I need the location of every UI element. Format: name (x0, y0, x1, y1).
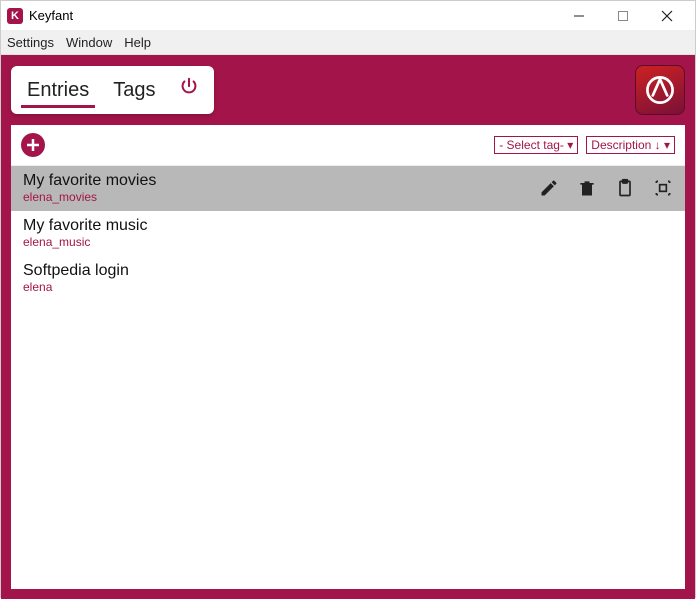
app-icon: K (7, 8, 23, 24)
entry-user: elena (23, 280, 129, 294)
sort-select[interactable]: Description ↓ ▾ (586, 136, 675, 154)
entry-user: elena_movies (23, 190, 156, 204)
window-title: Keyfant (29, 8, 73, 23)
add-entry-button[interactable] (21, 133, 45, 157)
tab-box: Entries Tags (11, 66, 214, 114)
sort-label: Description ↓ ▾ (591, 138, 670, 152)
tag-filter-select[interactable]: - Select tag- ▾ (494, 136, 578, 154)
entry-title: Softpedia login (23, 262, 129, 280)
app-body: Entries Tags - Select tag- (1, 55, 695, 599)
menu-help[interactable]: Help (124, 35, 151, 50)
tag-filter-label: - Select tag- ▾ (499, 138, 573, 152)
app-logo (635, 65, 685, 115)
minimize-button[interactable] (557, 2, 601, 30)
menubar: Settings Window Help (1, 31, 695, 55)
menu-settings[interactable]: Settings (7, 35, 54, 50)
tab-entries[interactable]: Entries (21, 71, 95, 110)
entry-title: My favorite music (23, 217, 147, 235)
entry-title: My favorite movies (23, 172, 156, 190)
edit-icon[interactable] (539, 178, 559, 198)
entry-row[interactable]: My favorite musicelena_music (11, 211, 685, 256)
power-icon[interactable] (174, 72, 204, 108)
menu-window[interactable]: Window (66, 35, 112, 50)
panel-toolbar: - Select tag- ▾ Description ↓ ▾ (11, 125, 685, 165)
topbar: Entries Tags (11, 65, 685, 115)
entry-row[interactable]: My favorite movieselena_movies (11, 166, 685, 211)
titlebar: K Keyfant (1, 1, 695, 31)
tab-tags[interactable]: Tags (107, 71, 161, 110)
expand-icon[interactable] (653, 178, 673, 198)
entries-list[interactable]: My favorite movieselena_moviesMy favorit… (11, 165, 685, 589)
entry-row[interactable]: Softpedia loginelena (11, 256, 685, 301)
close-button[interactable] (645, 2, 689, 30)
clipboard-icon[interactable] (615, 178, 635, 198)
entry-user: elena_music (23, 235, 147, 249)
maximize-button[interactable] (601, 2, 645, 30)
main-panel: - Select tag- ▾ Description ↓ ▾ My favor… (11, 125, 685, 589)
delete-icon[interactable] (577, 178, 597, 198)
